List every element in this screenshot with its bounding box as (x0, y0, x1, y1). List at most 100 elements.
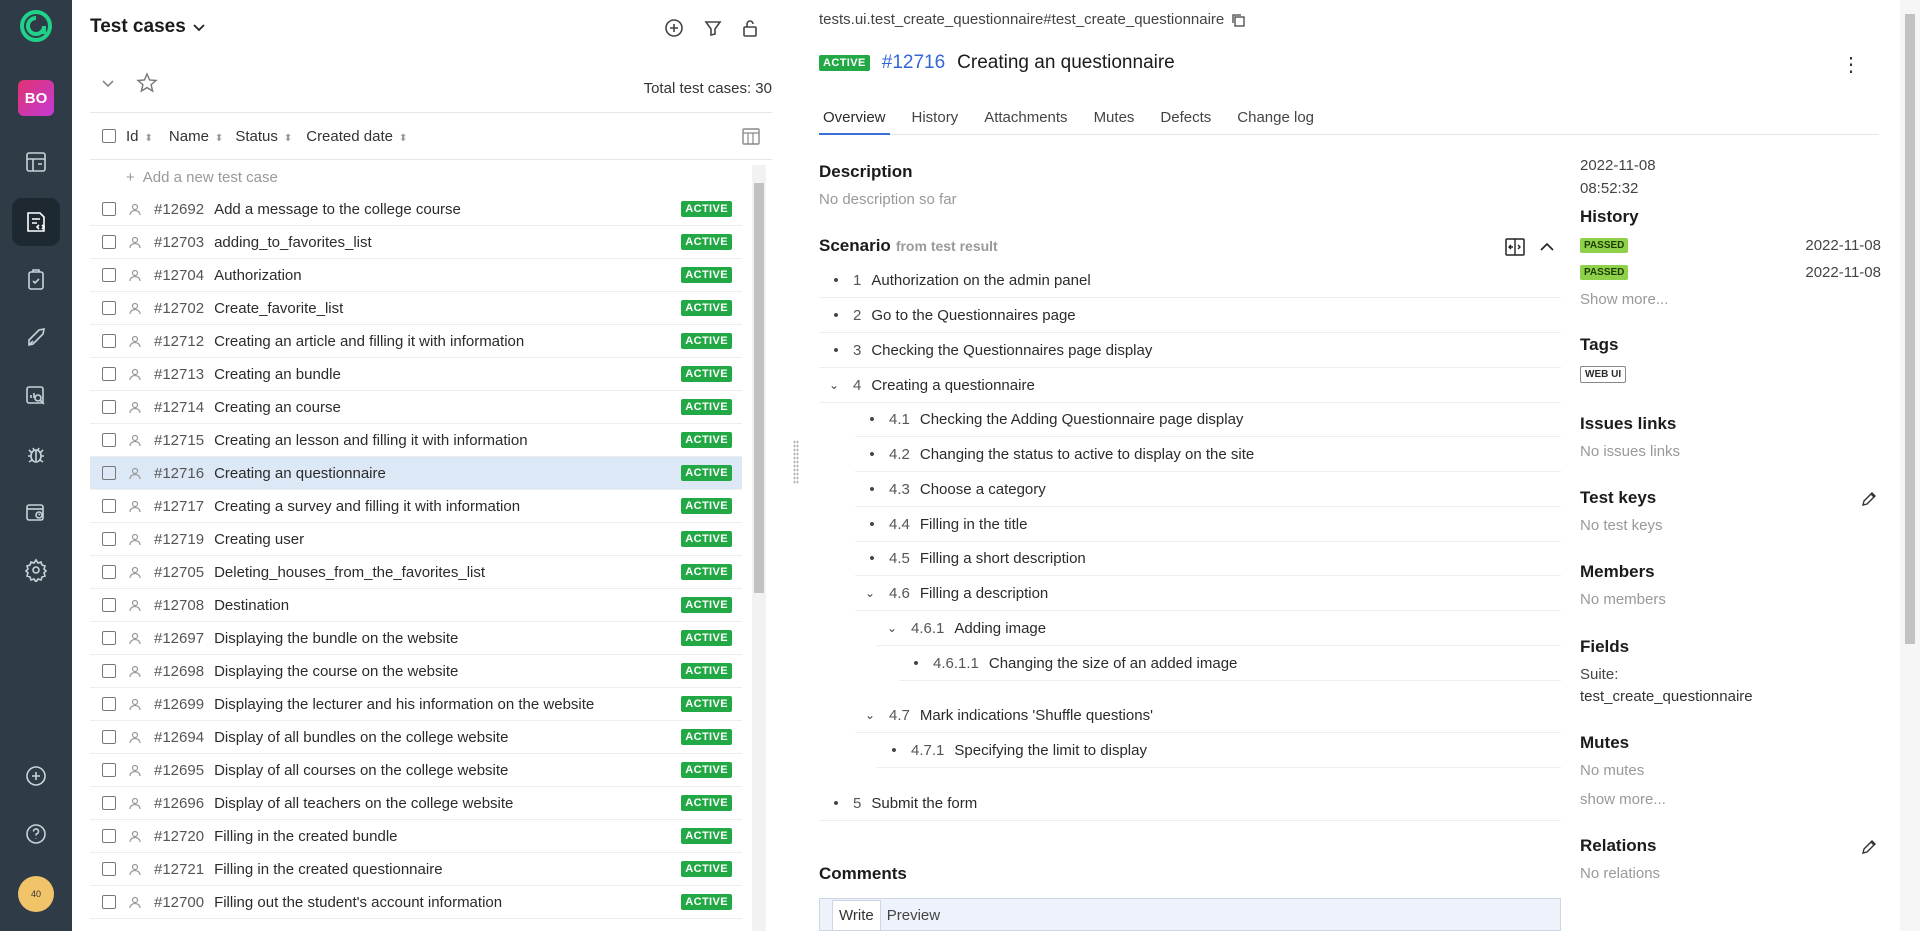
scenario-step[interactable]: • 4.6.1.1 Changing the size of an added im… (899, 646, 1561, 681)
scenario-step[interactable]: • 4.3 Choose a category (855, 472, 1561, 507)
chevron-up-icon[interactable] (1539, 240, 1555, 254)
scenario-step[interactable]: • 4.4 Filling in the title (855, 507, 1561, 542)
project-badge[interactable]: BO (18, 80, 54, 116)
table-row[interactable]: #12713 Creating an bundle ACTIVE (90, 358, 742, 391)
scenario-step[interactable]: • 1 Authorization on the admin panel (819, 263, 1561, 298)
scenario-step[interactable]: • 4.2 Changing the status to active to dis… (855, 437, 1561, 472)
row-checkbox[interactable] (102, 301, 116, 315)
scenario-step[interactable]: • 4.7.1 Specifying the limit to display (877, 733, 1561, 768)
column-status[interactable]: Status ⬍ (235, 128, 292, 145)
gear-icon[interactable] (12, 546, 60, 594)
collapse-chevron-icon[interactable] (100, 75, 116, 91)
bug-icon[interactable] (12, 430, 60, 478)
table-row[interactable]: #12714 Creating an course ACTIVE (90, 391, 742, 424)
tab-history[interactable]: History (908, 105, 963, 135)
row-checkbox[interactable] (102, 796, 116, 810)
star-icon[interactable] (136, 72, 158, 94)
import-scenario-icon[interactable] (1504, 236, 1526, 258)
table-row[interactable]: #12699 Displaying the lecturer and his in… (90, 688, 742, 721)
row-checkbox[interactable] (102, 664, 116, 678)
history-row[interactable]: PASSED 2022-11-08 (1580, 264, 1881, 281)
tag-chip[interactable]: WEB UI (1580, 366, 1627, 383)
expand-chevron-icon[interactable]: ⌄ (865, 708, 879, 722)
preview-tab[interactable]: Preview (881, 901, 946, 930)
expand-chevron-icon[interactable]: ⌄ (829, 378, 843, 392)
table-row[interactable]: #12705 Deleting_houses_from_the_favorites… (90, 556, 742, 589)
row-checkbox[interactable] (102, 235, 116, 249)
table-row[interactable]: #12703 adding_to_favorites_list ACTIVE (90, 226, 742, 259)
clipboard-check-icon[interactable] (12, 256, 60, 304)
row-checkbox[interactable] (102, 499, 116, 513)
logo-icon[interactable] (18, 8, 54, 44)
table-row[interactable]: #12694 Display of all bundles on the coll… (90, 721, 742, 754)
row-checkbox[interactable] (102, 466, 116, 480)
page-scrollbar[interactable] (1900, 0, 1920, 931)
row-checkbox[interactable] (102, 532, 116, 546)
scenario-step[interactable]: • 5 Submit the form (819, 786, 1561, 821)
row-checkbox[interactable] (102, 829, 116, 843)
row-checkbox[interactable] (102, 763, 116, 777)
row-checkbox[interactable] (102, 400, 116, 414)
scenario-step[interactable]: ⌄ 4 Creating a questionnaire (819, 368, 1561, 403)
scenario-step[interactable]: ⌄ 4.6.1 Adding image (877, 611, 1561, 646)
row-checkbox[interactable] (102, 598, 116, 612)
avatar[interactable]: 40 (18, 876, 54, 912)
page-scrollbar-thumb[interactable] (1905, 14, 1915, 644)
table-row[interactable]: #12695 Display of all courses on the coll… (90, 754, 742, 787)
table-row[interactable]: #12704 Authorization ACTIVE (90, 259, 742, 292)
expand-chevron-icon[interactable]: ⌄ (887, 621, 901, 635)
table-row[interactable]: #12720 Filling in the created bundle ACTIV… (90, 820, 742, 853)
row-checkbox[interactable] (102, 895, 116, 909)
row-checkbox[interactable] (102, 433, 116, 447)
table-row[interactable]: #12721 Filling in the created questionnai… (90, 853, 742, 886)
table-row[interactable]: #12702 Create_favorite_list ACTIVE (90, 292, 742, 325)
table-row[interactable]: #12712 Creating an article and filling it… (90, 325, 742, 358)
row-checkbox[interactable] (102, 631, 116, 645)
row-checkbox[interactable] (102, 730, 116, 744)
copy-icon[interactable] (1230, 12, 1246, 28)
row-checkbox[interactable] (102, 367, 116, 381)
table-row[interactable]: #12700 Filling out the student's account … (90, 886, 742, 919)
table-row[interactable]: #12717 Creating a survey and filling it w… (90, 490, 742, 523)
column-name[interactable]: Name ⬍ (169, 128, 223, 145)
tab-mutes[interactable]: Mutes (1090, 105, 1139, 135)
history-row[interactable]: PASSED 2022-11-08 (1580, 237, 1881, 254)
column-id[interactable]: Id ⬍ (126, 128, 153, 145)
tab-defects[interactable]: Defects (1156, 105, 1215, 135)
list-scrollbar[interactable] (752, 165, 766, 931)
table-row[interactable]: #12697 Displaying the bundle on the websi… (90, 622, 742, 655)
row-checkbox[interactable] (102, 202, 116, 216)
write-tab[interactable]: Write (832, 900, 881, 930)
mutes-show-more[interactable]: show more... (1580, 791, 1666, 808)
table-row[interactable]: #12719 Creating user ACTIVE (90, 523, 742, 556)
row-checkbox[interactable] (102, 565, 116, 579)
tab-change-log[interactable]: Change log (1233, 105, 1318, 135)
scenario-step[interactable]: ⌄ 4.7 Mark indications 'Shuffle questions' (855, 698, 1561, 733)
row-checkbox[interactable] (102, 697, 116, 711)
table-row[interactable]: #12698 Displaying the course on the websi… (90, 655, 742, 688)
more-menu-icon[interactable]: ⋮ (1841, 52, 1861, 77)
columns-settings-icon[interactable] (740, 125, 762, 147)
expand-chevron-icon[interactable]: ⌄ (865, 586, 879, 600)
scenario-step[interactable]: • 2 Go to the Questionnaires page (819, 298, 1561, 333)
list-scrollbar-thumb[interactable] (754, 183, 764, 593)
rocket-icon[interactable] (12, 314, 60, 362)
plus-circle-icon[interactable] (12, 752, 60, 800)
scenario-step[interactable]: • 3 Checking the Questionnaires page displ… (819, 333, 1561, 368)
table-row[interactable]: #12715 Creating an lesson and filling it … (90, 424, 742, 457)
column-created-date[interactable]: Created date ⬍ (306, 128, 407, 145)
panel-title[interactable]: Test cases (90, 16, 206, 38)
test-cases-icon[interactable] (12, 198, 60, 246)
tab-attachments[interactable]: Attachments (980, 105, 1071, 135)
jobs-icon[interactable] (12, 488, 60, 536)
page-title[interactable]: Creating an questionnaire (957, 52, 1175, 74)
scenario-step[interactable]: • 4.1 Checking the Adding Questionnaire pa… (855, 402, 1561, 437)
scenario-step[interactable]: • 4.5 Filling a short description (855, 541, 1561, 576)
help-icon[interactable] (12, 810, 60, 858)
row-checkbox[interactable] (102, 334, 116, 348)
row-checkbox[interactable] (102, 862, 116, 876)
panel-resizer[interactable] (793, 440, 799, 484)
select-all-checkbox[interactable] (102, 129, 116, 143)
add-circle-icon[interactable] (662, 16, 686, 40)
table-row[interactable]: #12708 Destination ACTIVE (90, 589, 742, 622)
